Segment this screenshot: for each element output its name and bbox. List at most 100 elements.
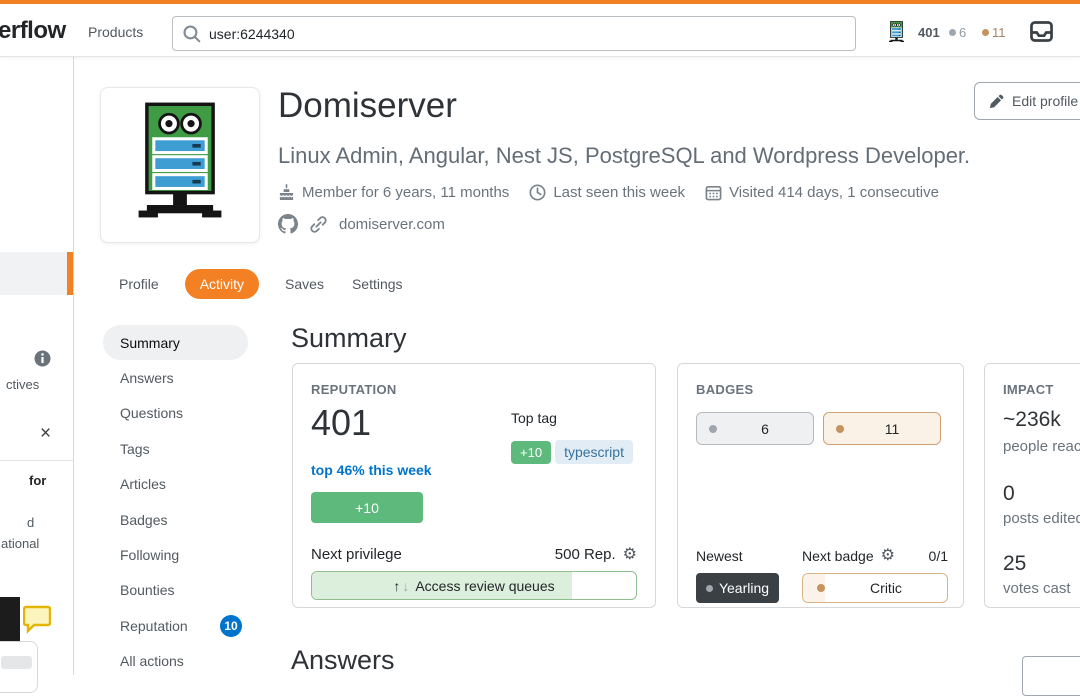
cake-icon bbox=[278, 184, 295, 201]
privilege-progress-label: ↑↓ Access review queues bbox=[312, 572, 636, 599]
sidebar-text-fragment-ational: ational bbox=[1, 536, 39, 551]
bronze-dot-icon bbox=[817, 584, 825, 592]
member-for: Member for 6 years, 11 months bbox=[278, 184, 509, 201]
answers-heading: Answers bbox=[291, 645, 395, 676]
inbox-icon[interactable] bbox=[1030, 21, 1053, 42]
subnav-item-badges[interactable]: Badges bbox=[103, 502, 248, 537]
posts-edited-value: 0 bbox=[1003, 482, 1015, 506]
topbar-avatar[interactable] bbox=[884, 20, 911, 45]
subnav-item-bounties[interactable]: Bounties bbox=[103, 573, 248, 608]
search-box[interactable] bbox=[172, 16, 856, 51]
sidebar-hdivider bbox=[0, 460, 73, 461]
newest-label: Newest bbox=[696, 548, 743, 564]
products-menu[interactable]: Products bbox=[88, 24, 143, 40]
reputation-card-title: REPUTATION bbox=[311, 382, 397, 397]
reputation-value: 401 bbox=[311, 402, 371, 444]
edit-profile-button[interactable]: Edit profile bbox=[974, 82, 1080, 120]
sidebar-widget-fragment bbox=[0, 641, 38, 693]
reputation-count-badge: 10 bbox=[220, 615, 242, 637]
sidebar-image-fragment bbox=[0, 597, 20, 641]
silver-dot-icon bbox=[706, 585, 713, 592]
bronze-dot-icon bbox=[836, 425, 844, 433]
next-badge-row: Next badge ⚙ 0/1 bbox=[802, 548, 948, 564]
silver-badges-box[interactable]: 6 bbox=[696, 412, 814, 445]
newest-badge-yearling[interactable]: Yearling bbox=[696, 573, 779, 603]
sidebar-widget-bar bbox=[1, 656, 32, 669]
sidebar-text-fragment-for: for bbox=[29, 473, 46, 488]
top-tag-row: +10 typescript bbox=[511, 440, 633, 464]
badges-card-title: BADGES bbox=[696, 382, 753, 397]
gear-icon[interactable]: ⚙ bbox=[623, 547, 637, 563]
pencil-icon bbox=[989, 94, 1004, 109]
reputation-card: REPUTATION 401 top 46% this week +10 Top… bbox=[292, 363, 656, 608]
chat-bubble-icon[interactable] bbox=[23, 605, 51, 635]
top-bar: erflow Products 401 6 11 bbox=[0, 0, 1080, 57]
profile-links-row: domiserver.com bbox=[278, 214, 445, 234]
posts-edited-label: posts edited bbox=[1003, 510, 1080, 527]
page-title: Domiserver bbox=[278, 86, 457, 126]
search-icon bbox=[182, 24, 201, 43]
impact-card-title: IMPACT bbox=[1003, 382, 1054, 397]
bronze-dot-icon bbox=[982, 29, 989, 36]
profile-tagline: Linux Admin, Angular, Nest JS, PostgreSQ… bbox=[278, 143, 970, 169]
subnav-item-articles[interactable]: Articles bbox=[103, 467, 248, 502]
sidebar-text-fragment-d: d bbox=[27, 515, 34, 530]
sidebar-collectives-fragment[interactable]: ctives bbox=[6, 377, 39, 392]
votes-cast-value: 25 bbox=[1003, 552, 1026, 576]
people-reached-value: ~236k bbox=[1003, 408, 1061, 432]
visited: Visited 414 days, 1 consecutive bbox=[705, 184, 939, 201]
reputation-week-change: +10 bbox=[311, 492, 423, 523]
badges-card: BADGES 6 11 Newest Next badge ⚙ 0/1 Year… bbox=[677, 363, 964, 608]
subnav-item-reputation[interactable]: Reputation 10 bbox=[103, 608, 248, 643]
top-tag[interactable]: typescript bbox=[555, 440, 633, 464]
up-arrow-icon: ↑ bbox=[393, 578, 400, 594]
last-seen: Last seen this week bbox=[529, 184, 685, 201]
activity-subnav: Summary Answers Questions Tags Articles … bbox=[103, 325, 248, 679]
gear-icon[interactable]: ⚙ bbox=[881, 548, 895, 564]
subnav-item-tags[interactable]: Tags bbox=[103, 431, 248, 466]
next-badge-progress: 0/1 bbox=[929, 548, 948, 564]
subnav-item-questions[interactable]: Questions bbox=[103, 396, 248, 431]
bronze-badges-box[interactable]: 11 bbox=[823, 412, 941, 445]
top-tag-label: Top tag bbox=[511, 410, 557, 426]
topbar-bronze-badges[interactable]: 11 bbox=[982, 25, 1006, 40]
website-link[interactable]: domiserver.com bbox=[339, 216, 445, 233]
info-icon[interactable] bbox=[34, 350, 51, 367]
close-icon[interactable]: × bbox=[40, 424, 51, 443]
profile-meta-row: Member for 6 years, 11 months Last seen … bbox=[278, 184, 939, 201]
subnav-item-following[interactable]: Following bbox=[103, 537, 248, 572]
top-tag-change: +10 bbox=[511, 441, 551, 464]
calendar-icon bbox=[705, 184, 722, 201]
sidebar-selected-item[interactable] bbox=[0, 252, 73, 295]
summary-heading: Summary bbox=[291, 323, 407, 354]
search-input[interactable] bbox=[173, 17, 855, 50]
tab-settings[interactable]: Settings bbox=[350, 269, 405, 299]
people-reached-label: people reached bbox=[1003, 438, 1080, 455]
tab-profile[interactable]: Profile bbox=[117, 269, 161, 299]
privilege-progress-bar[interactable]: ↑↓ Access review queues bbox=[311, 571, 637, 600]
profile-tabs: Profile Activity Saves Settings bbox=[117, 267, 405, 301]
votes-cast-label: votes cast bbox=[1003, 580, 1071, 597]
avatar[interactable] bbox=[100, 87, 260, 243]
topbar-reputation[interactable]: 401 bbox=[918, 25, 940, 40]
clock-icon bbox=[529, 184, 546, 201]
answers-sort-select[interactable] bbox=[1022, 656, 1080, 696]
next-privilege-target: 500 Rep. bbox=[555, 546, 616, 563]
impact-card: IMPACT ~236k people reached 0 posts edit… bbox=[984, 363, 1080, 608]
reputation-trend-link[interactable]: top 46% this week bbox=[311, 462, 432, 478]
next-badge-critic[interactable]: Critic bbox=[802, 573, 948, 603]
tab-saves[interactable]: Saves bbox=[283, 269, 326, 299]
next-privilege-label: Next privilege bbox=[311, 546, 402, 563]
subnav-item-summary[interactable]: Summary bbox=[103, 325, 248, 360]
github-icon[interactable] bbox=[278, 214, 298, 234]
site-logo[interactable]: erflow bbox=[0, 17, 66, 45]
silver-dot-icon bbox=[709, 425, 717, 433]
next-privilege-row: Next privilege 500 Rep. ⚙ bbox=[311, 546, 637, 563]
down-arrow-icon: ↓ bbox=[402, 578, 409, 594]
subnav-item-answers[interactable]: Answers bbox=[103, 360, 248, 395]
link-icon bbox=[309, 215, 328, 234]
silver-dot-icon bbox=[949, 29, 956, 36]
topbar-silver-badges[interactable]: 6 bbox=[949, 25, 966, 40]
tab-activity[interactable]: Activity bbox=[185, 269, 259, 299]
subnav-item-all-actions[interactable]: All actions bbox=[103, 644, 248, 679]
